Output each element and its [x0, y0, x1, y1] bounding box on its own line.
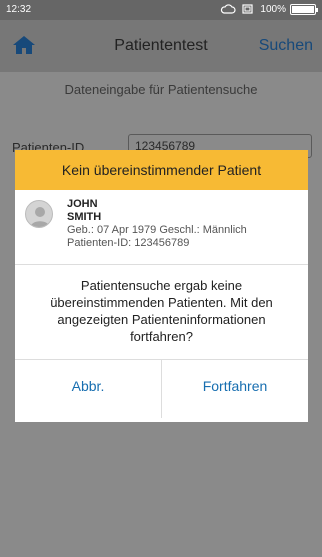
status-icons: 100% [220, 3, 318, 15]
dialog-title: Kein übereinstimmender Patient [15, 150, 308, 190]
continue-button[interactable]: Fortfahren [161, 360, 308, 418]
sync-icon [242, 4, 254, 14]
patient-card: JOHN SMITH Geb.: 07 Apr 1979 Geschl.: Mä… [15, 190, 308, 265]
nav-bar: Patiententest Suchen [0, 20, 322, 72]
patient-id: Patienten-ID: 123456789 [67, 237, 190, 249]
patient-last-name: SMITH [67, 211, 102, 223]
section-title: Dateneingabe für Patientensuche [64, 82, 258, 97]
avatar-icon [25, 200, 53, 228]
patient-info: JOHN SMITH Geb.: 07 Apr 1979 Geschl.: Mä… [67, 198, 247, 250]
battery-icon [290, 3, 318, 15]
patient-first-name: JOHN [67, 198, 98, 210]
status-time: 12:32 [6, 4, 32, 15]
status-bar: 12:32 100% [0, 0, 322, 20]
battery-percent: 100% [260, 3, 286, 15]
patient-meta: Geb.: 07 Apr 1979 Geschl.: Männlich [67, 224, 247, 236]
cloud-icon [221, 4, 236, 14]
search-button[interactable]: Suchen [259, 37, 313, 55]
cancel-button[interactable]: Abbr. [15, 360, 161, 418]
dialog-buttons: Abbr. Fortfahren [15, 360, 308, 418]
dialog-message: Patientensuche ergab keine übereinstimme… [15, 265, 308, 360]
no-match-dialog: Kein übereinstimmender Patient JOHN SMIT… [15, 150, 308, 422]
